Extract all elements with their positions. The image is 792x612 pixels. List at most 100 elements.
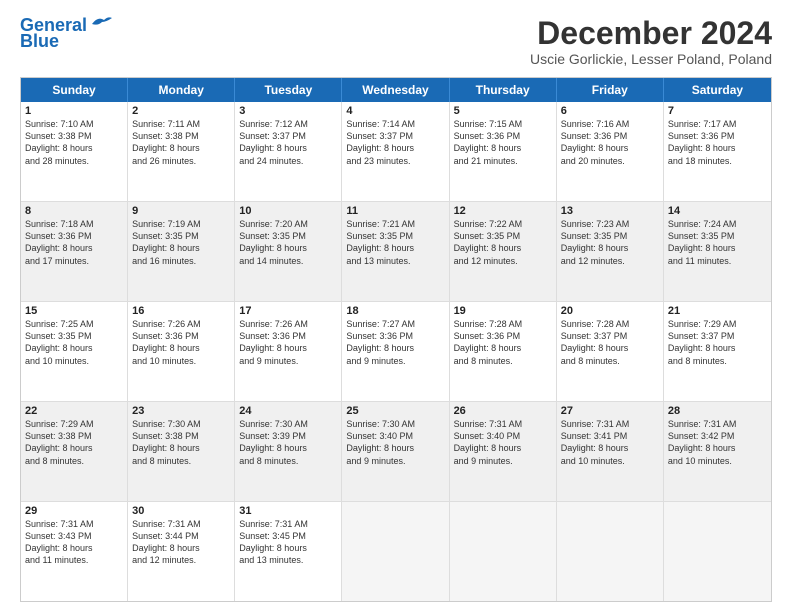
cal-cell-3-2: 16Sunrise: 7:26 AMSunset: 3:36 PMDayligh… [128,302,235,401]
cal-cell-5-2: 30Sunrise: 7:31 AMSunset: 3:44 PMDayligh… [128,502,235,601]
cell-info: Sunrise: 7:14 AMSunset: 3:37 PMDaylight:… [346,118,444,167]
weekday-header-thursday: Thursday [450,78,557,102]
day-number: 29 [25,505,123,517]
calendar-row-5: 29Sunrise: 7:31 AMSunset: 3:43 PMDayligh… [21,501,771,601]
calendar: SundayMondayTuesdayWednesdayThursdayFrid… [20,77,772,602]
day-number: 9 [132,205,230,217]
cal-cell-5-5 [450,502,557,601]
cal-cell-4-1: 22Sunrise: 7:29 AMSunset: 3:38 PMDayligh… [21,402,128,501]
day-number: 16 [132,305,230,317]
logo: General Blue [20,16,112,50]
day-number: 25 [346,405,444,417]
cell-info: Sunrise: 7:17 AMSunset: 3:36 PMDaylight:… [668,118,767,167]
cal-cell-3-4: 18Sunrise: 7:27 AMSunset: 3:36 PMDayligh… [342,302,449,401]
page: General Blue December 2024 Uscie Gorlick… [0,0,792,612]
cell-info: Sunrise: 7:16 AMSunset: 3:36 PMDaylight:… [561,118,659,167]
cell-info: Sunrise: 7:19 AMSunset: 3:35 PMDaylight:… [132,218,230,267]
day-number: 24 [239,405,337,417]
cal-cell-3-6: 20Sunrise: 7:28 AMSunset: 3:37 PMDayligh… [557,302,664,401]
cal-cell-4-5: 26Sunrise: 7:31 AMSunset: 3:40 PMDayligh… [450,402,557,501]
day-number: 12 [454,205,552,217]
cal-cell-5-6 [557,502,664,601]
calendar-row-3: 15Sunrise: 7:25 AMSunset: 3:35 PMDayligh… [21,301,771,401]
cal-cell-2-2: 9Sunrise: 7:19 AMSunset: 3:35 PMDaylight… [128,202,235,301]
day-number: 4 [346,105,444,117]
day-number: 3 [239,105,337,117]
day-number: 20 [561,305,659,317]
cell-info: Sunrise: 7:10 AMSunset: 3:38 PMDaylight:… [25,118,123,167]
cell-info: Sunrise: 7:31 AMSunset: 3:45 PMDaylight:… [239,518,337,567]
day-number: 30 [132,505,230,517]
weekday-header-monday: Monday [128,78,235,102]
cal-cell-1-5: 5Sunrise: 7:15 AMSunset: 3:36 PMDaylight… [450,102,557,201]
cal-cell-1-4: 4Sunrise: 7:14 AMSunset: 3:37 PMDaylight… [342,102,449,201]
title-block: December 2024 Uscie Gorlickie, Lesser Po… [530,16,772,67]
cell-info: Sunrise: 7:30 AMSunset: 3:40 PMDaylight:… [346,418,444,467]
day-number: 1 [25,105,123,117]
cell-info: Sunrise: 7:21 AMSunset: 3:35 PMDaylight:… [346,218,444,267]
cell-info: Sunrise: 7:29 AMSunset: 3:38 PMDaylight:… [25,418,123,467]
cal-cell-2-3: 10Sunrise: 7:20 AMSunset: 3:35 PMDayligh… [235,202,342,301]
day-number: 13 [561,205,659,217]
cell-info: Sunrise: 7:18 AMSunset: 3:36 PMDaylight:… [25,218,123,267]
day-number: 5 [454,105,552,117]
cell-info: Sunrise: 7:31 AMSunset: 3:44 PMDaylight:… [132,518,230,567]
cal-cell-1-6: 6Sunrise: 7:16 AMSunset: 3:36 PMDaylight… [557,102,664,201]
day-number: 15 [25,305,123,317]
day-number: 28 [668,405,767,417]
cal-cell-4-2: 23Sunrise: 7:30 AMSunset: 3:38 PMDayligh… [128,402,235,501]
cal-cell-2-6: 13Sunrise: 7:23 AMSunset: 3:35 PMDayligh… [557,202,664,301]
calendar-row-4: 22Sunrise: 7:29 AMSunset: 3:38 PMDayligh… [21,401,771,501]
cal-cell-5-1: 29Sunrise: 7:31 AMSunset: 3:43 PMDayligh… [21,502,128,601]
cell-info: Sunrise: 7:26 AMSunset: 3:36 PMDaylight:… [132,318,230,367]
cal-cell-2-5: 12Sunrise: 7:22 AMSunset: 3:35 PMDayligh… [450,202,557,301]
cell-info: Sunrise: 7:20 AMSunset: 3:35 PMDaylight:… [239,218,337,267]
cell-info: Sunrise: 7:29 AMSunset: 3:37 PMDaylight:… [668,318,767,367]
day-number: 23 [132,405,230,417]
day-number: 22 [25,405,123,417]
cal-cell-1-3: 3Sunrise: 7:12 AMSunset: 3:37 PMDaylight… [235,102,342,201]
cal-cell-4-3: 24Sunrise: 7:30 AMSunset: 3:39 PMDayligh… [235,402,342,501]
cal-cell-3-7: 21Sunrise: 7:29 AMSunset: 3:37 PMDayligh… [664,302,771,401]
cell-info: Sunrise: 7:15 AMSunset: 3:36 PMDaylight:… [454,118,552,167]
day-number: 21 [668,305,767,317]
day-number: 11 [346,205,444,217]
calendar-header: SundayMondayTuesdayWednesdayThursdayFrid… [21,78,771,102]
cal-cell-4-4: 25Sunrise: 7:30 AMSunset: 3:40 PMDayligh… [342,402,449,501]
cell-info: Sunrise: 7:31 AMSunset: 3:41 PMDaylight:… [561,418,659,467]
weekday-header-friday: Friday [557,78,664,102]
day-number: 7 [668,105,767,117]
day-number: 10 [239,205,337,217]
day-number: 18 [346,305,444,317]
logo-blue-text: Blue [20,32,59,50]
day-number: 19 [454,305,552,317]
weekday-header-sunday: Sunday [21,78,128,102]
cell-info: Sunrise: 7:25 AMSunset: 3:35 PMDaylight:… [25,318,123,367]
cell-info: Sunrise: 7:30 AMSunset: 3:39 PMDaylight:… [239,418,337,467]
cal-cell-1-7: 7Sunrise: 7:17 AMSunset: 3:36 PMDaylight… [664,102,771,201]
cal-cell-4-7: 28Sunrise: 7:31 AMSunset: 3:42 PMDayligh… [664,402,771,501]
cell-info: Sunrise: 7:31 AMSunset: 3:40 PMDaylight:… [454,418,552,467]
day-number: 26 [454,405,552,417]
weekday-header-saturday: Saturday [664,78,771,102]
cal-cell-3-1: 15Sunrise: 7:25 AMSunset: 3:35 PMDayligh… [21,302,128,401]
day-number: 31 [239,505,337,517]
cell-info: Sunrise: 7:24 AMSunset: 3:35 PMDaylight:… [668,218,767,267]
cal-cell-4-6: 27Sunrise: 7:31 AMSunset: 3:41 PMDayligh… [557,402,664,501]
cell-info: Sunrise: 7:28 AMSunset: 3:37 PMDaylight:… [561,318,659,367]
cell-info: Sunrise: 7:31 AMSunset: 3:42 PMDaylight:… [668,418,767,467]
day-number: 17 [239,305,337,317]
cal-cell-3-5: 19Sunrise: 7:28 AMSunset: 3:36 PMDayligh… [450,302,557,401]
cell-info: Sunrise: 7:28 AMSunset: 3:36 PMDaylight:… [454,318,552,367]
day-number: 2 [132,105,230,117]
cell-info: Sunrise: 7:26 AMSunset: 3:36 PMDaylight:… [239,318,337,367]
logo-bird-icon [90,14,112,32]
cal-cell-2-1: 8Sunrise: 7:18 AMSunset: 3:36 PMDaylight… [21,202,128,301]
day-number: 14 [668,205,767,217]
weekday-header-tuesday: Tuesday [235,78,342,102]
day-number: 27 [561,405,659,417]
cal-cell-3-3: 17Sunrise: 7:26 AMSunset: 3:36 PMDayligh… [235,302,342,401]
header: General Blue December 2024 Uscie Gorlick… [20,16,772,67]
cal-cell-5-3: 31Sunrise: 7:31 AMSunset: 3:45 PMDayligh… [235,502,342,601]
cell-info: Sunrise: 7:22 AMSunset: 3:35 PMDaylight:… [454,218,552,267]
